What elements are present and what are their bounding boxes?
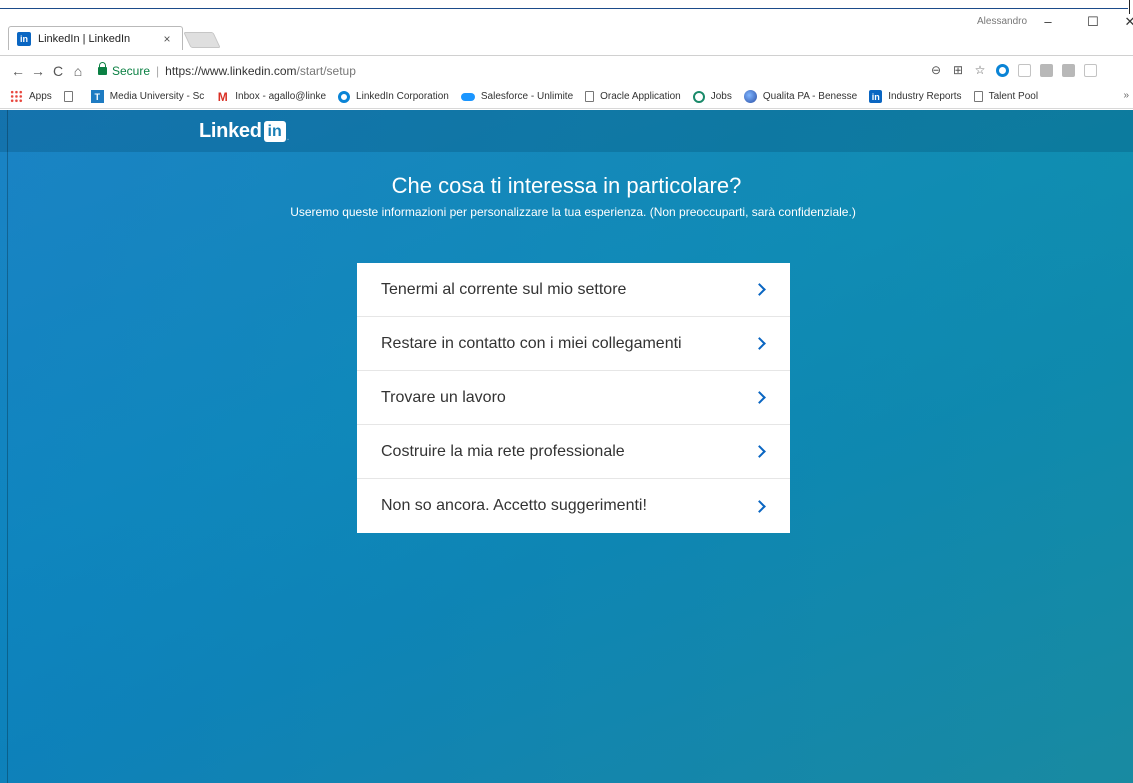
- bookmark-item[interactable]: LinkedIn Corporation: [338, 90, 449, 103]
- address-bar[interactable]: Secure | https://www.linkedin.com/start/…: [98, 61, 888, 81]
- logo-box: in: [263, 121, 286, 142]
- reload-icon[interactable]: C: [48, 63, 68, 79]
- bookmark-label: Salesforce - Unlimite: [480, 91, 574, 102]
- secure-label: Secure: [112, 63, 151, 78]
- chevron-right-icon: [753, 391, 766, 404]
- bookmark-label: Apps: [29, 91, 52, 102]
- logo-text: Linked: [199, 120, 262, 142]
- linkedin-header: Linked in .: [0, 110, 1133, 152]
- bookmark-item[interactable]: [63, 91, 79, 102]
- minimize-button[interactable]: –: [1038, 14, 1058, 29]
- logo-dot: .: [286, 132, 290, 143]
- bookmark-label: Jobs: [710, 91, 732, 102]
- apps-icon: [10, 90, 23, 103]
- linkedin-favicon-icon: in: [17, 31, 31, 46]
- extension-grey-icon[interactable]: [1016, 62, 1032, 78]
- chevron-right-icon: [753, 499, 766, 513]
- interest-option-label: Tenermi al corrente sul mio settore: [381, 280, 627, 298]
- interest-option[interactable]: Costruire la mia rete professionale: [357, 425, 790, 479]
- bookmark-item[interactable]: T Media University - Sc: [90, 90, 205, 103]
- bookmark-label: Talent Pool: [988, 91, 1039, 102]
- linkedin-logo[interactable]: Linked in .: [199, 120, 289, 143]
- bookmark-label: Industry Reports: [888, 91, 962, 102]
- linkedin-icon: in: [869, 90, 883, 103]
- interest-option-label: Restare in contatto con i miei collegame…: [381, 334, 682, 352]
- close-window-button[interactable]: ✕: [1120, 14, 1133, 30]
- interest-option-label: Costruire la mia rete professionale: [381, 442, 625, 460]
- extension-l-icon[interactable]: [1060, 62, 1076, 78]
- interest-options-list: Tenermi al corrente sul mio settore Resta…: [357, 263, 790, 533]
- bookmark-label: LinkedIn Corporation: [356, 91, 449, 102]
- bookmark-label: Media University - Sc: [109, 91, 205, 102]
- bookmarks-bar: Apps T Media University - Sc M Inbox - agall…: [0, 85, 1133, 109]
- tab-close-icon[interactable]: ×: [160, 32, 174, 46]
- interest-option[interactable]: Non so ancora. Accetto suggerimenti!: [357, 479, 790, 533]
- left-border: [7, 110, 8, 783]
- salesforce-icon: [460, 92, 475, 101]
- page-icon: [63, 91, 73, 102]
- extension-icons: ⊖ ⊞ ☆: [928, 62, 1098, 78]
- media-university-icon: T: [90, 90, 104, 103]
- bookmark-item[interactable]: M Inbox - agallo@linke: [216, 89, 327, 104]
- extension-chat-icon[interactable]: [1082, 62, 1098, 78]
- bookmark-item[interactable]: Oracle Application: [585, 91, 681, 102]
- chat-icon: [692, 90, 705, 103]
- bookmark-item[interactable]: Jobs: [692, 90, 732, 103]
- extension-ring-icon[interactable]: [994, 62, 1010, 78]
- globe-icon: [743, 90, 757, 103]
- page-icon: [585, 91, 595, 102]
- browser-tab[interactable]: in LinkedIn | LinkedIn ×: [8, 26, 183, 50]
- bookmarks-more-icon[interactable]: »: [1123, 90, 1129, 101]
- page-title: Che cosa ti interessa in particolare?: [391, 173, 742, 198]
- toolbar: ← → C ⌂ Secure | https://www.linkedin.co…: [0, 55, 1133, 85]
- browser-titlebar: in LinkedIn | LinkedIn × Alessandro – ☐ …: [0, 0, 1133, 55]
- translate-icon[interactable]: ⊞: [950, 62, 966, 78]
- gmail-icon: M: [217, 89, 228, 104]
- zoom-icon[interactable]: ⊖: [928, 62, 944, 78]
- chevron-right-icon: [753, 337, 766, 350]
- star-icon[interactable]: ☆: [972, 62, 988, 78]
- chevron-right-icon: [753, 283, 766, 296]
- interest-option[interactable]: Tenermi al corrente sul mio settore: [357, 263, 790, 317]
- page-subtitle: Useremo queste informazioni per personal…: [290, 205, 856, 219]
- tab-title: LinkedIn | LinkedIn: [38, 32, 131, 45]
- lock-icon: [98, 61, 107, 75]
- chevron-right-icon: [753, 445, 766, 458]
- page-icon: [973, 91, 983, 102]
- bookmark-item[interactable]: Apps: [10, 90, 52, 103]
- bookmark-item[interactable]: in Industry Reports: [869, 90, 962, 103]
- bookmark-label: Oracle Application: [600, 91, 681, 102]
- page-content: Linked in . Che cosa ti interessa in par…: [0, 110, 1133, 783]
- url-host: https://www.linkedin.com: [165, 63, 297, 78]
- interest-option[interactable]: Trovare un lavoro: [357, 371, 790, 425]
- bookmark-item[interactable]: Talent Pool: [973, 91, 1039, 102]
- bookmark-item[interactable]: Qualita PA - Benesse: [743, 90, 858, 103]
- address-separator: |: [156, 63, 160, 78]
- extension-dark-icon[interactable]: [1038, 62, 1054, 78]
- bookmark-label: Qualita PA - Benesse: [762, 91, 858, 102]
- back-arrow-icon[interactable]: ←: [8, 63, 28, 79]
- bookmark-label: Inbox - agallo@linke: [235, 91, 327, 102]
- new-tab-button[interactable]: [183, 32, 221, 48]
- interest-option-label: Non so ancora. Accetto suggerimenti!: [381, 497, 647, 514]
- profile-name[interactable]: Alessandro: [977, 16, 1027, 27]
- forward-arrow-icon[interactable]: →: [28, 63, 48, 79]
- home-icon[interactable]: ⌂: [68, 63, 88, 79]
- maximize-button[interactable]: ☐: [1083, 14, 1103, 30]
- bookmark-item[interactable]: Salesforce - Unlimite: [460, 91, 574, 102]
- interest-option-label: Trovare un lavoro: [381, 388, 506, 406]
- interest-option[interactable]: Restare in contatto con i miei collegame…: [357, 317, 790, 371]
- ring-icon: [338, 90, 351, 103]
- url-path: /start/setup: [296, 63, 356, 78]
